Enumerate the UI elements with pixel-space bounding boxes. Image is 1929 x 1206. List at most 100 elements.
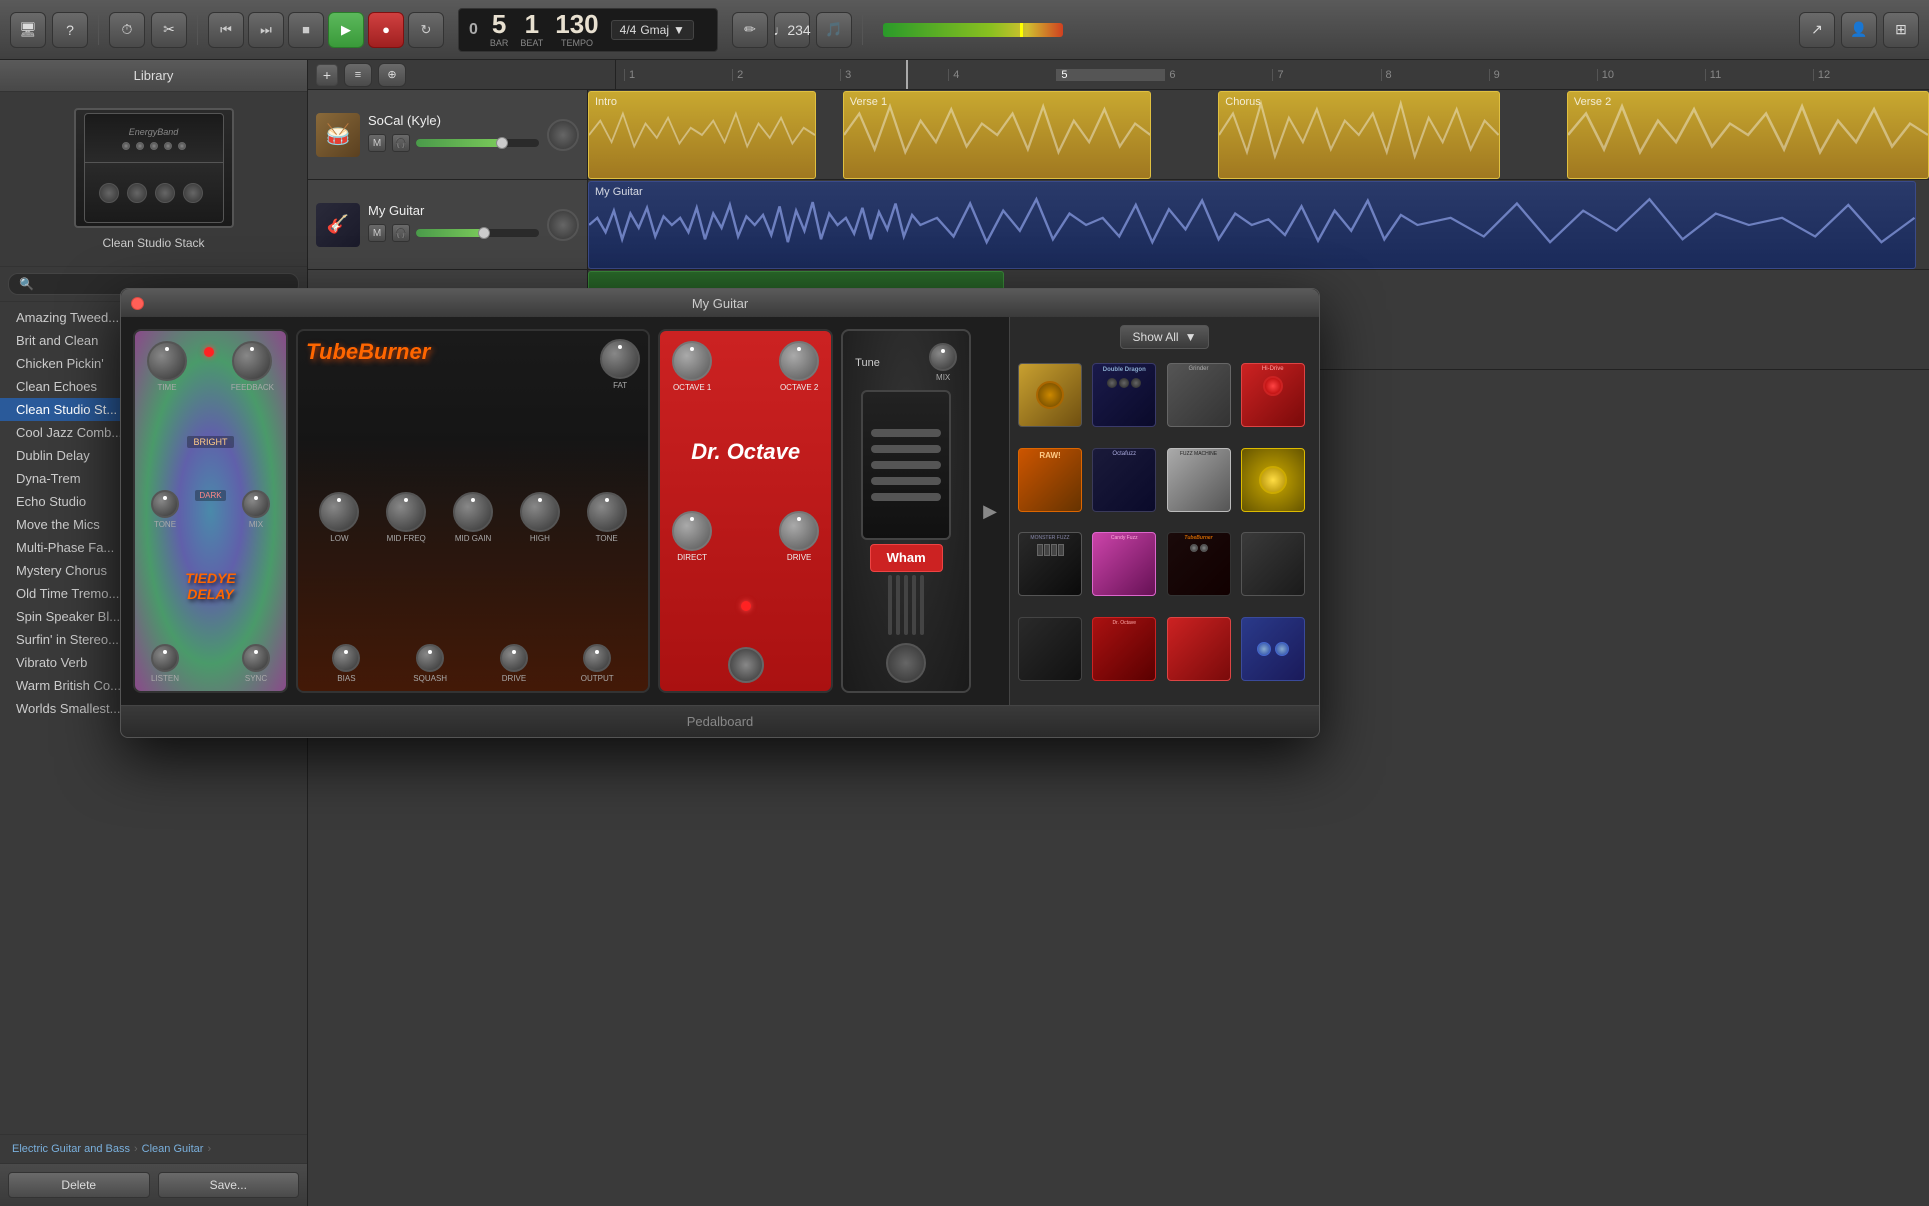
guitar-headphone-btn[interactable]: 🎧 <box>392 224 410 242</box>
share-btn[interactable]: ↗ <box>1799 12 1835 48</box>
pedal-thumb-raw[interactable]: RAW! <box>1018 448 1082 512</box>
wham-mix-knob[interactable]: Mix <box>929 343 957 382</box>
monitor-btn[interactable]: 🖥 <box>10 12 46 48</box>
drum-region-verse2[interactable]: Verse 2 <box>1567 91 1929 179</box>
mute-btn[interactable]: M <box>368 134 386 152</box>
guitar-region[interactable]: My Guitar <box>588 181 1916 269</box>
guitar-mute-btn[interactable]: M <box>368 224 386 242</box>
listen-knob[interactable]: LISTEN <box>151 644 179 683</box>
tiedye-bottom: LISTEN SYNC <box>143 644 278 683</box>
pedal-thumb-12[interactable] <box>1241 532 1305 596</box>
bias-knob[interactable]: BIAS <box>332 644 360 683</box>
pedal-thumb-gold[interactable] <box>1018 363 1082 427</box>
pedal-thumb-monsterfuzz[interactable]: MONSTER FUZZ <box>1018 532 1082 596</box>
direct-knob[interactable]: Direct <box>672 511 712 562</box>
show-all-btn[interactable]: Show All ▼ <box>1120 325 1210 349</box>
lcd-tempo: 130 TEMPO <box>555 11 598 48</box>
midi-btn[interactable]: ≡ <box>344 63 372 87</box>
pedal-thumb-fuzzmachine[interactable]: FUZZ MACHINE <box>1167 448 1231 512</box>
scroll-right-arrow[interactable]: ▶ <box>983 501 997 522</box>
region-label-verse2: Verse 2 <box>1574 96 1611 108</box>
listen-knob-circle <box>151 644 179 672</box>
midgain-knob[interactable]: MID GAIN <box>453 492 493 543</box>
squash-knob-circle <box>416 644 444 672</box>
pedal-thumb-octafuzz[interactable]: Octafuzz <box>1092 448 1156 512</box>
pedal-thumb-15[interactable] <box>1167 617 1231 681</box>
pedal-thumb-16[interactable] <box>1241 617 1305 681</box>
people-btn[interactable]: 👤 <box>1841 12 1877 48</box>
drive-knob[interactable]: DRIVE <box>500 644 528 683</box>
tone-knob[interactable]: TONE <box>151 490 179 529</box>
headphone-btn[interactable]: 🎧 <box>392 134 410 152</box>
rewind-btn[interactable]: ⏮ <box>208 12 244 48</box>
drum-region-chorus[interactable]: Chorus <box>1218 91 1500 179</box>
record-btn[interactable]: ● <box>368 12 404 48</box>
wham-pedal[interactable]: Tune Mix Wham <box>841 329 971 693</box>
drum-volume-slider[interactable] <box>416 139 539 147</box>
tiedye-top-knobs: TIME FEEDBACK <box>143 339 278 394</box>
pedal-thumb-tubeburner2[interactable]: TubeBurner <box>1167 532 1231 596</box>
low-knob[interactable]: LOW <box>319 492 359 543</box>
midfreq-knob[interactable]: MID FREQ <box>386 492 426 543</box>
high-knob[interactable]: HIGH <box>520 492 560 543</box>
pedal-thumb-happytone[interactable] <box>1241 448 1305 512</box>
amp-knob <box>150 142 158 150</box>
pedal-thumb-doubledragon[interactable]: Double Dragon <box>1092 363 1156 427</box>
squash-knob[interactable]: SQUASH <box>413 644 447 683</box>
oct2-knob-circle <box>779 341 819 381</box>
time-knob[interactable]: TIME <box>147 341 187 392</box>
pedal-thumb-hidrive[interactable]: Hi-Drive <box>1241 363 1305 427</box>
dialog-close-btn[interactable] <box>131 297 144 310</box>
ruler-marks: 1 2 3 4 5 6 7 8 9 10 11 12 <box>624 69 1921 81</box>
metronome-btn[interactable]: ⏱ <box>109 12 145 48</box>
timeline-header: + ≡ ⊕ 1 2 3 4 5 6 7 8 9 10 11 12 <box>308 60 1929 90</box>
pedal-thumb-grinder[interactable]: Grinder <box>1167 363 1231 427</box>
output-knob[interactable]: OUTPUT <box>581 644 614 683</box>
pedal-thumb-droctave2[interactable]: Dr. Octave <box>1092 617 1156 681</box>
droctave-footswitch[interactable] <box>728 647 764 683</box>
library-actions: Delete Save... <box>0 1164 307 1206</box>
oct2-knob[interactable]: Octave 2 <box>779 341 819 392</box>
guitar-pan-knob[interactable] <box>547 209 579 241</box>
feedback-knob[interactable]: FEEDBACK <box>231 341 274 392</box>
drum-track-header: 🥁 SoCal (Kyle) M 🎧 <box>308 90 588 179</box>
play-btn[interactable]: ▶ <box>328 12 364 48</box>
tubeburner-pedal[interactable]: TubeBurner FAT LOW <box>296 329 650 693</box>
drum-pan-knob[interactable] <box>547 119 579 151</box>
fastforward-btn[interactable]: ⏭ <box>248 12 284 48</box>
save-button[interactable]: Save... <box>158 1172 300 1198</box>
drive2-knob[interactable]: Drive <box>779 511 819 562</box>
scissors-btn[interactable]: ✂ <box>151 12 187 48</box>
wham-footswitch[interactable] <box>886 643 926 683</box>
lcd-key[interactable]: 4/4 Gmaj ▼ <box>611 20 694 40</box>
help-btn[interactable]: ? <box>52 12 88 48</box>
breadcrumb-clean-guitar[interactable]: Clean Guitar <box>142 1143 204 1155</box>
region-label-chorus: Chorus <box>1225 96 1260 108</box>
smart-controls-btn[interactable]: ⊕ <box>378 63 406 87</box>
fat-knob[interactable]: FAT <box>600 339 640 390</box>
guitar-volume-slider[interactable] <box>416 229 539 237</box>
breadcrumb-electric-guitar[interactable]: Electric Guitar and Bass <box>12 1143 130 1155</box>
mix-knob[interactable]: MIX <box>242 490 270 529</box>
tuner-btn[interactable]: 🎵 <box>816 12 852 48</box>
oct1-knob[interactable]: Octave 1 <box>672 341 712 392</box>
pedal-thumb-13[interactable] <box>1018 617 1082 681</box>
drum-region-verse1[interactable]: Verse 1 <box>843 91 1151 179</box>
ruler-mark: 2 <box>732 69 840 81</box>
delete-button[interactable]: Delete <box>8 1172 150 1198</box>
drum-track-row: 🥁 SoCal (Kyle) M 🎧 <box>308 90 1929 180</box>
grid-btn[interactable]: ⊞ <box>1883 12 1919 48</box>
add-track-btn[interactable]: + <box>316 64 338 86</box>
pencil-btn[interactable]: ✏ <box>732 12 768 48</box>
cycle-btn[interactable]: ↻ <box>408 12 444 48</box>
pedal-thumb-candyfuzz[interactable]: Candy Fuzz <box>1092 532 1156 596</box>
drum-region-intro[interactable]: Intro <box>588 91 816 179</box>
notes-btn[interactable]: ♩234 <box>774 12 810 48</box>
tube-tone-knob[interactable]: TONE <box>587 492 627 543</box>
stop-btn[interactable]: ■ <box>288 12 324 48</box>
wham-btn[interactable]: Wham <box>870 544 943 572</box>
sync-knob[interactable]: SYNC <box>242 644 270 683</box>
droctave-pedal[interactable]: Octave 1 Octave 2 Dr. Octave Direc <box>658 329 833 693</box>
wham-body[interactable] <box>861 390 951 540</box>
tiedye-pedal[interactable]: TIME FEEDBACK BRIGHT <box>133 329 288 693</box>
